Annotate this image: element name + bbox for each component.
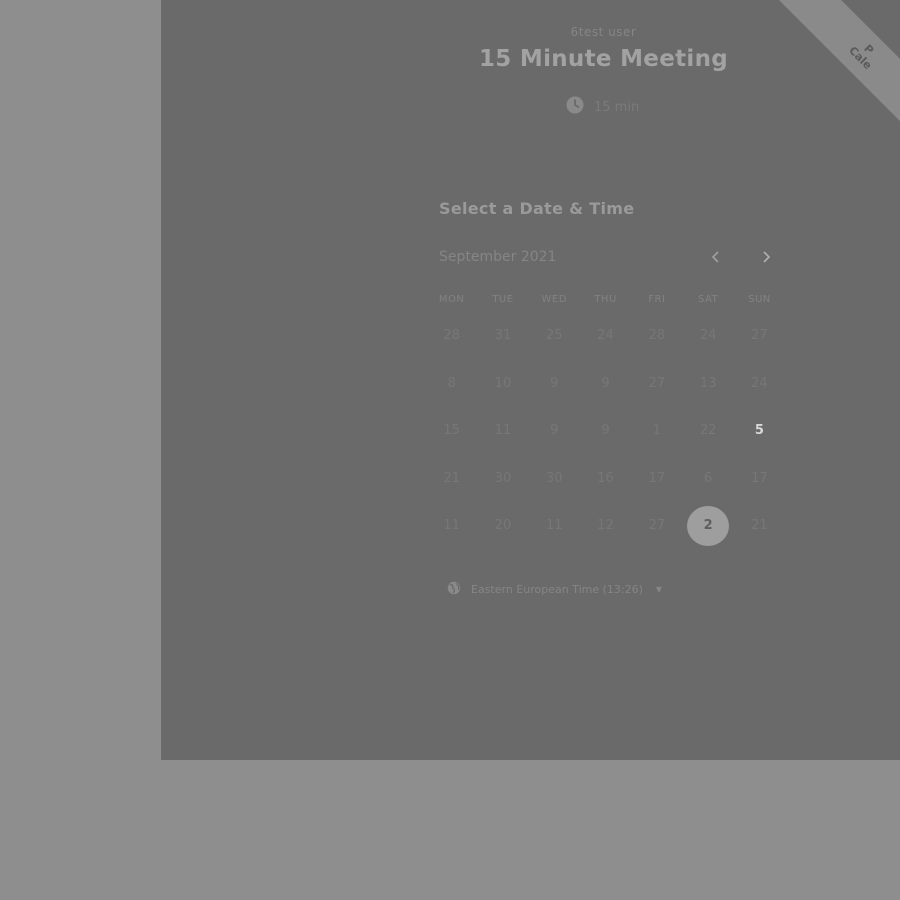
weekday-label: TUE xyxy=(492,294,514,305)
day-number: 30 xyxy=(494,470,512,486)
day-number: 13 xyxy=(699,375,717,391)
calendar-day: 20 xyxy=(477,502,528,550)
event-title: 15 Minute Meeting xyxy=(478,46,729,72)
day-number: 10 xyxy=(494,375,512,391)
calendar-grid: 28 31 25 24 28 24 27 8 10 9 9 27 13 24 1… xyxy=(426,312,785,550)
calendar-day: 9 xyxy=(529,360,580,408)
day-number: 28 xyxy=(443,328,460,344)
calendar-day: 11 xyxy=(529,502,580,550)
calendar-day: 24 xyxy=(580,312,631,360)
weekday-label: THU xyxy=(594,294,617,305)
calendar-day: 9 xyxy=(529,407,580,455)
booking-panel: P Cale 6test user 15 Minute Meeting 15 m… xyxy=(161,0,900,760)
calendar-day: 9 xyxy=(580,407,631,455)
day-number: 17 xyxy=(751,470,768,486)
day-number: 27 xyxy=(648,375,666,391)
clock-icon xyxy=(566,96,584,118)
calendar-day: 22 xyxy=(682,407,733,455)
prev-month-button[interactable] xyxy=(704,246,728,268)
weekday-label: SAT xyxy=(698,294,719,305)
day-number: 9 xyxy=(550,375,559,391)
picker-heading: Select a Date & Time xyxy=(439,199,635,218)
next-month-button[interactable] xyxy=(754,246,778,268)
calendar-day: 30 xyxy=(529,455,580,503)
day-number: 1 xyxy=(652,423,661,439)
day-number: 11 xyxy=(494,423,512,439)
day-number: 27 xyxy=(751,328,768,344)
day-number: 2 xyxy=(687,505,730,546)
calendar-day: 1 xyxy=(631,407,682,455)
day-number: 16 xyxy=(597,470,614,486)
day-number: 11 xyxy=(443,518,460,534)
day-number: 21 xyxy=(751,518,768,534)
day-number: 21 xyxy=(443,470,460,486)
day-number: 9 xyxy=(550,423,559,439)
calendar-day: 16 xyxy=(580,455,631,503)
event-duration: 15 min xyxy=(566,96,639,118)
timezone-selector[interactable]: Eastern European Time (13:26) ▼ xyxy=(447,581,662,598)
calendar-day: 11 xyxy=(477,407,528,455)
day-number: 9 xyxy=(601,375,610,391)
day-number: 24 xyxy=(751,375,768,391)
calendar-day-available[interactable]: 5 xyxy=(734,407,785,455)
day-number: 20 xyxy=(494,518,512,534)
calendar-day: 12 xyxy=(580,502,631,550)
calendar-day: 24 xyxy=(682,312,733,360)
day-number: 6 xyxy=(703,470,713,486)
day-number: 5 xyxy=(754,423,764,439)
calendar-day: 21 xyxy=(426,455,477,503)
weekday-header: MON TUE WED THU FRI SAT SUN xyxy=(426,294,785,305)
calendar-day: 9 xyxy=(580,360,631,408)
day-number: 9 xyxy=(601,423,610,439)
calendar-day: 21 xyxy=(734,502,785,550)
calendar-day: 17 xyxy=(734,455,785,503)
calendar-day: 27 xyxy=(631,502,682,550)
calendar-day: 30 xyxy=(477,455,528,503)
calendar-day: 15 xyxy=(426,407,477,455)
globe-icon xyxy=(447,581,461,598)
day-number: 8 xyxy=(447,375,456,391)
calendar-day: 10 xyxy=(477,360,528,408)
day-number: 17 xyxy=(648,470,666,486)
calendar-day: 6 xyxy=(682,455,733,503)
calendar-day: 28 xyxy=(631,312,682,360)
calendar-day: 28 xyxy=(426,312,477,360)
calendar-day: 27 xyxy=(734,312,785,360)
calendar-day: 17 xyxy=(631,455,682,503)
calendar-day: 8 xyxy=(426,360,477,408)
chevron-right-icon xyxy=(761,248,771,267)
weekday-label: WED xyxy=(541,294,567,305)
day-number: 30 xyxy=(545,470,563,486)
calendar-day: 27 xyxy=(631,360,682,408)
calendar-day: 31 xyxy=(477,312,528,360)
weekday-label: MON xyxy=(438,294,465,305)
calendar-day-selected[interactable]: 2 xyxy=(682,502,733,550)
day-number: 25 xyxy=(545,328,563,344)
day-number: 24 xyxy=(699,328,717,344)
day-number: 27 xyxy=(648,518,666,534)
calendar-day: 24 xyxy=(734,360,785,408)
calendar-day: 13 xyxy=(682,360,733,408)
weekday-label: SUN xyxy=(748,294,771,305)
day-number: 24 xyxy=(597,328,614,344)
calendar-day: 25 xyxy=(529,312,580,360)
duration-label: 15 min xyxy=(594,99,640,115)
weekday-label: FRI xyxy=(648,294,666,305)
day-number: 12 xyxy=(597,518,614,534)
calendar-day: 11 xyxy=(426,502,477,550)
day-number: 31 xyxy=(494,328,512,344)
caret-down-icon: ▼ xyxy=(655,585,663,594)
month-label: September 2021 xyxy=(439,249,557,265)
day-number: 15 xyxy=(443,423,460,439)
timezone-label: Eastern European Time (13:26) xyxy=(471,583,643,596)
host-name: 6test user xyxy=(570,25,637,39)
chevron-left-icon xyxy=(711,248,721,267)
day-number: 28 xyxy=(648,328,666,344)
day-number: 11 xyxy=(545,518,563,534)
day-number: 22 xyxy=(699,423,717,439)
